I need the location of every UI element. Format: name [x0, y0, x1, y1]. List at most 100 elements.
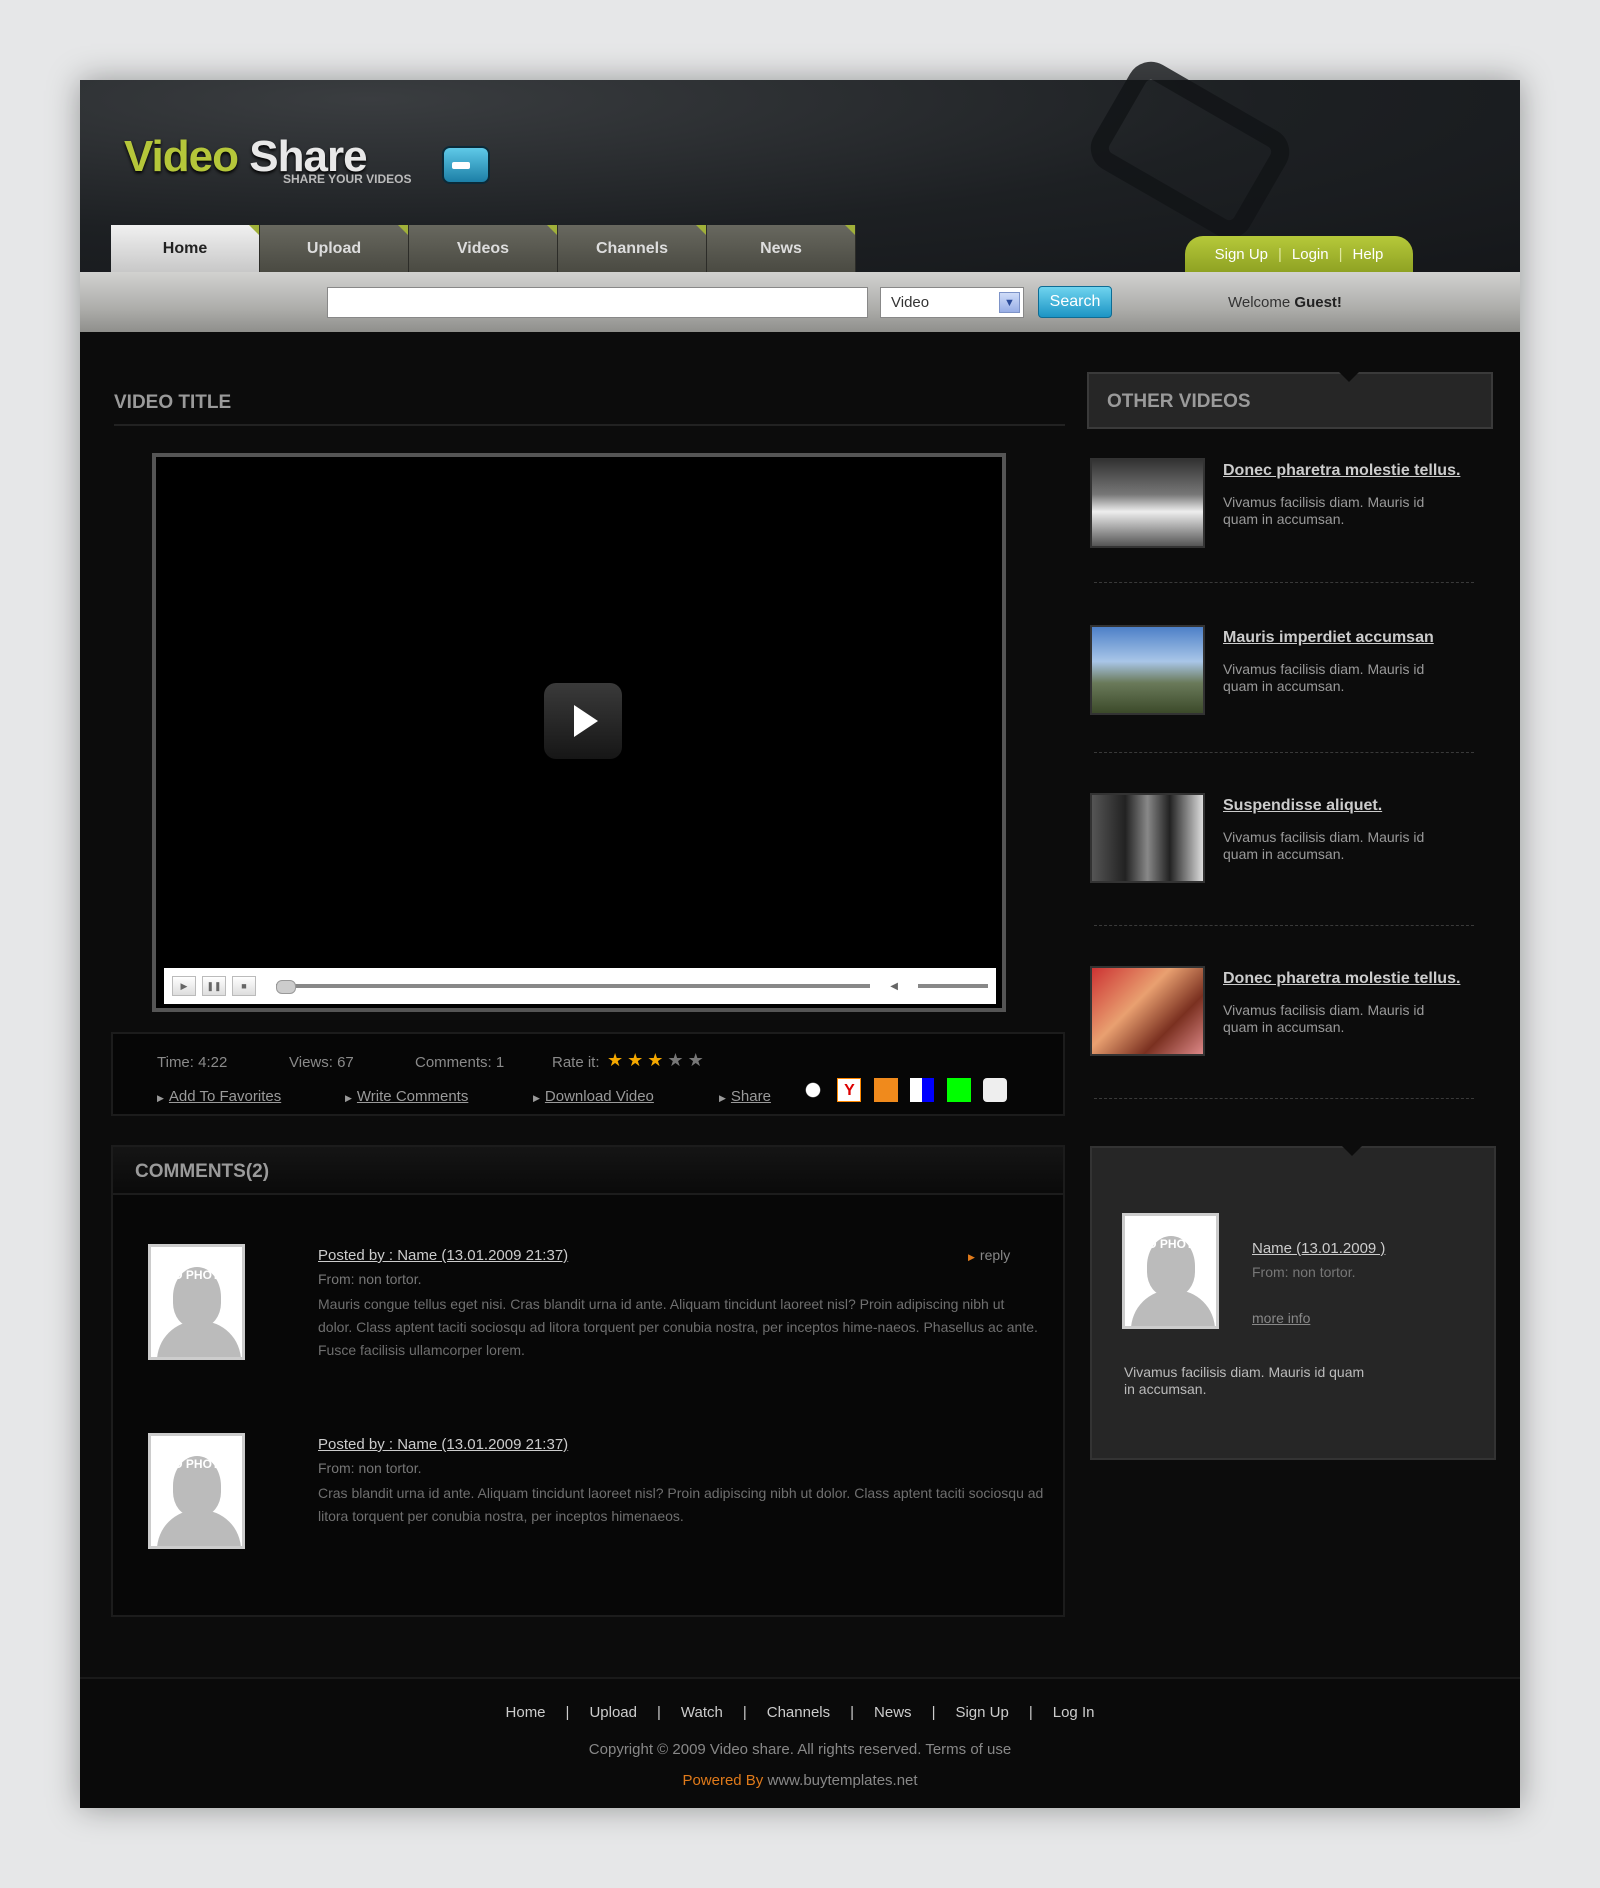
divider: [1094, 925, 1474, 926]
comments-heading: COMMENTS(2): [135, 1161, 270, 1182]
video-link[interactable]: Donec pharetra molestie tellus.: [1223, 970, 1460, 988]
video-title: VIDEO TITLE: [114, 392, 232, 413]
rate-label: Rate it:: [552, 1054, 600, 1071]
delicious-icon[interactable]: [801, 1078, 825, 1102]
footer-link[interactable]: Log In: [1053, 1704, 1095, 1721]
comment-from: From: non tortor.: [318, 1271, 422, 1287]
stop-button[interactable]: ■: [232, 976, 256, 996]
video-time: Time: 4:22: [157, 1054, 228, 1071]
volume-slider[interactable]: [918, 984, 988, 988]
main-nav: Home Upload Videos Channels News: [111, 225, 856, 272]
tab-home[interactable]: Home: [111, 225, 260, 272]
comment-text: Cras blandit urna id ante. Aliquam tinci…: [318, 1485, 1044, 1524]
search-input[interactable]: [327, 287, 868, 318]
search-button[interactable]: Search: [1038, 286, 1112, 318]
download-video-link[interactable]: ▶ Download Video: [533, 1088, 654, 1106]
reddit-icon[interactable]: [983, 1078, 1008, 1102]
play-icon[interactable]: [544, 683, 622, 759]
star-icon[interactable]: ★: [667, 1050, 683, 1070]
comment-from: From: non tortor.: [318, 1460, 422, 1476]
comment-text: Mauris congue tellus eget nisi. Cras bla…: [318, 1296, 1038, 1358]
copyright: Copyright © 2009 Video share. All rights…: [588, 1741, 1012, 1758]
header: Video Share SHARE YOUR VIDEOS Home Uploa…: [80, 53, 1520, 272]
comment-author[interactable]: Posted by : Name (13.01.2009 21:37): [318, 1436, 568, 1453]
tab-videos[interactable]: Videos: [409, 225, 558, 272]
welcome-prefix: Welcome: [1228, 294, 1291, 311]
seek-bar[interactable]: [276, 980, 871, 994]
video-thumbnail[interactable]: [1090, 966, 1205, 1056]
category-select[interactable]: Video ▼: [880, 287, 1024, 318]
no-photo-label: NO PHOTO: [164, 1457, 229, 1471]
write-comments-link[interactable]: ▶ Write Comments: [345, 1088, 468, 1106]
avatar: NO PHOTO: [1122, 1213, 1219, 1329]
rating-stars[interactable]: ★ ★ ★ ★ ★: [607, 1050, 708, 1071]
video-thumbnail[interactable]: [1090, 793, 1205, 883]
logo-word1: Video: [124, 132, 239, 181]
star-icon[interactable]: ★: [688, 1050, 704, 1070]
tab-upload[interactable]: Upload: [260, 225, 409, 272]
download-video-label: Download Video: [544, 1088, 654, 1105]
arrow-icon: ▶: [533, 1093, 540, 1103]
add-favorites-link[interactable]: ▶ Add To Favorites: [157, 1088, 281, 1106]
no-photo-label: NO PHOTO: [1138, 1237, 1203, 1251]
more-info-link[interactable]: more info: [1252, 1310, 1310, 1326]
comments-header: COMMENTS(2): [113, 1147, 1063, 1195]
login-link[interactable]: Login: [1292, 246, 1329, 263]
video-description: Vivamus facilisis diam. Mauris id quam i…: [1223, 829, 1425, 862]
video-link[interactable]: Mauris imperdiet accumsan: [1223, 629, 1434, 647]
sign-up-link[interactable]: Sign Up: [1215, 246, 1268, 263]
logo-tagline: SHARE YOUR VIDEOS: [283, 172, 412, 186]
add-favorites-label: Add To Favorites: [168, 1088, 282, 1105]
divider: [1094, 582, 1474, 583]
video-player[interactable]: ▶ ❚❚ ■ ◀: [152, 453, 1006, 1012]
video-thumbnail[interactable]: [1090, 458, 1205, 548]
divider: |: [1028, 1704, 1033, 1721]
footer-link[interactable]: Watch: [681, 1704, 723, 1721]
star-icon[interactable]: ★: [607, 1050, 623, 1070]
footer-link[interactable]: Upload: [589, 1704, 637, 1721]
video-description: Vivamus facilisis diam. Mauris id quam i…: [1223, 494, 1425, 527]
tab-news[interactable]: News: [707, 225, 856, 272]
footer-link[interactable]: Home: [506, 1704, 546, 1721]
blogmarks-icon[interactable]: [873, 1078, 898, 1102]
green-square-icon[interactable]: [946, 1078, 971, 1102]
avatar: NO PHOTO: [148, 1244, 245, 1360]
divider: [114, 424, 1065, 426]
divider: |: [565, 1704, 570, 1721]
search-bar: Video ▼ Search Welcome Guest!: [80, 272, 1520, 332]
profile-name[interactable]: Name (13.01.2009 ): [1252, 1240, 1385, 1257]
tab-channels[interactable]: Channels: [558, 225, 707, 272]
category-value: Video: [891, 294, 930, 311]
page-frame: Video Share SHARE YOUR VIDEOS Home Uploa…: [80, 53, 1520, 1808]
player-controls: ▶ ❚❚ ■ ◀: [164, 968, 996, 1004]
video-link[interactable]: Suspendisse aliquet.: [1223, 797, 1382, 815]
footer-links: Home | Upload | Watch | Channels | News | Sign Up |…: [80, 1704, 1520, 1721]
profile-from: From: non tortor.: [1252, 1264, 1356, 1280]
arrow-icon: ▶: [719, 1093, 726, 1103]
powered-site-link[interactable]: www.buytemplates.net: [767, 1772, 917, 1789]
video-thumbnail[interactable]: [1090, 625, 1205, 715]
share-link[interactable]: ▶ Share: [719, 1088, 771, 1106]
delicious-square-icon[interactable]: [910, 1078, 935, 1102]
footer-link[interactable]: News: [874, 1704, 912, 1721]
footer-link[interactable]: Sign Up: [955, 1704, 1008, 1721]
welcome-text: Welcome Guest!: [1228, 294, 1342, 311]
divider: |: [850, 1704, 855, 1721]
star-icon[interactable]: ★: [647, 1050, 663, 1070]
video-comments-count: Comments: 1: [415, 1054, 505, 1071]
divider: |: [1338, 245, 1343, 263]
play-button[interactable]: ▶: [172, 976, 196, 996]
video-views: Views: 67: [289, 1054, 354, 1071]
camera-icon: [442, 146, 490, 184]
video-info: Time: 4:22 Views: 67 Comments: 1 Rate it…: [111, 1032, 1065, 1116]
help-link[interactable]: Help: [1353, 246, 1384, 263]
footer-link[interactable]: Channels: [767, 1704, 830, 1721]
video-link[interactable]: Donec pharetra molestie tellus.: [1223, 462, 1460, 480]
comment-author[interactable]: Posted by : Name (13.01.2009 21:37): [318, 1247, 568, 1264]
divider: [1094, 752, 1474, 753]
pause-button[interactable]: ❚❚: [202, 976, 226, 996]
arrow-icon: ▶: [345, 1093, 352, 1103]
reply-link[interactable]: ▶ reply: [968, 1247, 1010, 1263]
star-icon[interactable]: ★: [627, 1050, 643, 1070]
yahoo-icon[interactable]: Y: [837, 1078, 862, 1102]
